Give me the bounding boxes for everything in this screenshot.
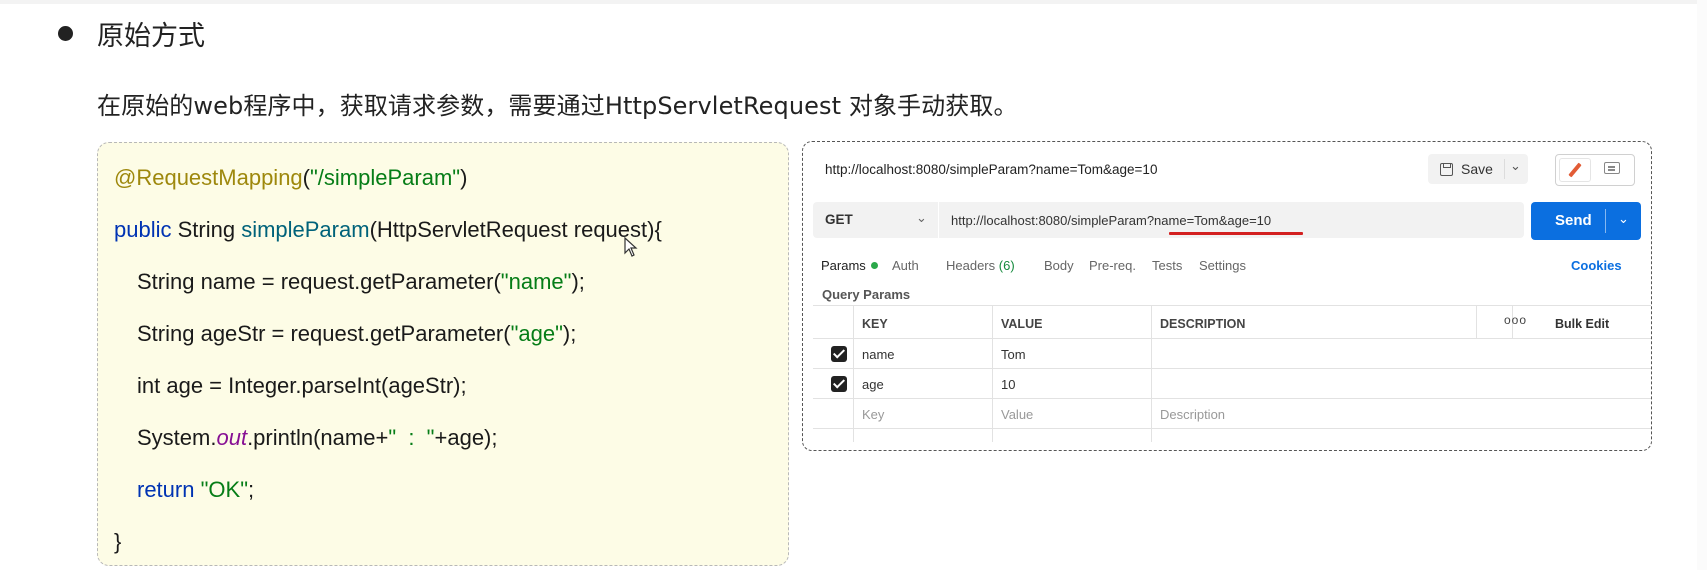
url-text: http://localhost:8080/simpleParam?name=T… [951, 213, 1272, 228]
method-select[interactable]: GET ⌄ [813, 202, 938, 238]
cookies-link[interactable]: Cookies [1571, 258, 1622, 273]
string-literal: "/simpleParam" [310, 165, 461, 190]
active-dot-icon [870, 262, 878, 269]
code-line-6: System.out.println(name+" : "+age); [137, 425, 498, 451]
divider [1476, 305, 1477, 338]
code-panel: @RequestMapping("/simpleParam") public S… [97, 142, 789, 566]
column-header-key: KEY [862, 317, 888, 331]
params: (HttpServletRequest request){ [369, 217, 662, 242]
divider [1504, 159, 1505, 179]
divider [1151, 305, 1152, 442]
url-highlight-underline [1169, 232, 1303, 235]
mouse-cursor-icon [624, 237, 638, 257]
tab-settings[interactable]: Settings [1199, 258, 1246, 273]
tab-label: Headers [946, 258, 996, 273]
section-heading: 原始方式 [58, 14, 205, 53]
code-text: System. [137, 425, 217, 450]
tab-auth[interactable]: Auth [892, 258, 919, 273]
send-label: Send [1555, 212, 1592, 229]
divider [813, 368, 1651, 369]
string-literal: "name" [500, 269, 572, 294]
divider [813, 338, 1651, 339]
code-text: ; [248, 477, 255, 502]
divider [1605, 209, 1606, 233]
code-text: String name = request.getParameter( [137, 269, 501, 294]
divider [853, 305, 854, 442]
keyword: public [114, 217, 172, 242]
headers-count: (6) [998, 258, 1015, 273]
divider [813, 305, 1651, 306]
comment-icon[interactable] [1604, 162, 1620, 174]
code-line-8: } [114, 529, 122, 554]
string-literal: "age" [510, 321, 563, 346]
tab-body[interactable]: Body [1044, 258, 1074, 273]
code-line-3: String name = request.getParameter("name… [137, 269, 585, 295]
send-button[interactable]: Send ⌄ [1531, 202, 1641, 240]
tab-headers[interactable]: Headers (6) [946, 258, 1015, 273]
chevron-down-icon[interactable]: ⌄ [1618, 211, 1629, 227]
code-text: ); [562, 321, 577, 346]
param-checkbox-name[interactable] [831, 346, 847, 362]
param-value[interactable]: Tom [1001, 347, 1026, 362]
param-key[interactable]: name [862, 347, 895, 362]
new-value-input[interactable]: Value [1001, 407, 1033, 422]
request-title: http://localhost:8080/simpleParam?name=T… [825, 162, 1158, 177]
params-table: KEY VALUE DESCRIPTION ooo Bulk Edit name… [813, 305, 1651, 443]
code-line-7: return "OK"; [137, 477, 254, 503]
param-checkbox-age[interactable] [831, 376, 847, 392]
string-literal: " : " [388, 425, 435, 450]
scrollbar[interactable] [1697, 0, 1707, 570]
code-text: ); [571, 269, 585, 294]
param-value[interactable]: 10 [1001, 377, 1015, 392]
code-text: +age); [434, 425, 498, 450]
field-name: out [216, 425, 248, 450]
paren: ( [302, 165, 310, 190]
bullet-icon [58, 26, 73, 41]
more-options-icon[interactable]: ooo [1504, 313, 1527, 327]
view-toggle-group [1555, 154, 1635, 186]
postman-panel: http://localhost:8080/simpleParam?name=T… [802, 141, 1652, 451]
save-button[interactable]: Save ⌄ [1428, 154, 1528, 184]
code-text: String ageStr = request.getParameter( [137, 321, 511, 346]
pencil-icon [1568, 162, 1582, 178]
divider [813, 398, 1651, 399]
type: String [171, 217, 242, 242]
save-icon [1440, 162, 1453, 176]
description-text: 在原始的web程序中，获取请求参数，需要通过HttpServletRequest… [97, 92, 1018, 120]
method-label: GET [825, 212, 853, 227]
save-label: Save [1461, 161, 1493, 177]
paren: ) [460, 165, 468, 190]
heading-text: 原始方式 [97, 21, 205, 52]
query-params-label: Query Params [822, 287, 911, 302]
chevron-down-icon[interactable]: ⌄ [1510, 158, 1521, 174]
code-line-5: int age = Integer.parseInt(ageStr); [137, 373, 467, 398]
column-header-value: VALUE [1001, 317, 1043, 331]
tab-params[interactable]: Params [821, 258, 878, 273]
chevron-down-icon: ⌄ [916, 210, 927, 225]
code-line-1: @RequestMapping("/simpleParam") [114, 165, 467, 191]
bulk-edit-link[interactable]: Bulk Edit [1555, 317, 1609, 331]
tab-tests[interactable]: Tests [1152, 258, 1182, 273]
edit-button[interactable] [1559, 158, 1591, 182]
column-header-description: DESCRIPTION [1160, 317, 1246, 331]
code-text: .println(name+ [247, 425, 389, 450]
code-line-4: String ageStr = request.getParameter("ag… [137, 321, 576, 347]
string-literal: "OK" [200, 477, 249, 502]
top-divider [0, 0, 1707, 4]
divider [992, 305, 993, 442]
keyword: return [137, 477, 195, 502]
param-key[interactable]: age [862, 377, 884, 392]
tab-label: Params [821, 258, 866, 273]
new-key-input[interactable]: Key [862, 407, 884, 422]
new-description-input[interactable]: Description [1160, 407, 1225, 422]
annotation: @RequestMapping [114, 165, 303, 190]
tab-prereq[interactable]: Pre-req. [1089, 258, 1136, 273]
divider [813, 428, 1651, 429]
method-name: simpleParam [241, 217, 370, 242]
code-line-2: public String simpleParam(HttpServletReq… [114, 217, 662, 243]
